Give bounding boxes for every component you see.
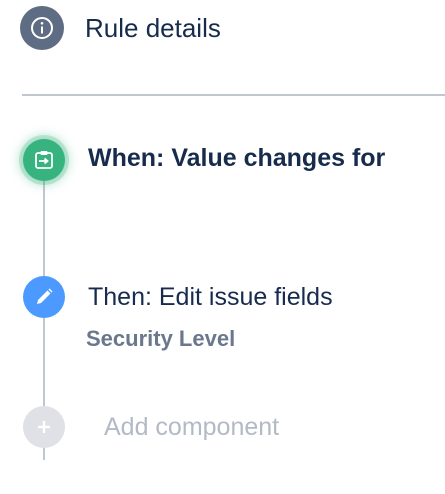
pencil-icon[interactable]	[23, 276, 65, 318]
trigger-step-label[interactable]: When: Value changes for	[88, 144, 385, 173]
section-divider	[22, 94, 445, 96]
action-step-label[interactable]: Then: Edit issue fields	[88, 283, 333, 312]
action-field-name: Security Level	[86, 326, 236, 351]
timeline-connector	[43, 178, 45, 278]
rule-details-item[interactable]: Rule details	[20, 6, 221, 50]
plus-icon[interactable]	[23, 406, 65, 448]
info-icon	[20, 6, 64, 50]
add-component-button[interactable]: Add component	[104, 413, 279, 442]
timeline-connector	[43, 318, 45, 408]
timeline-connector	[43, 446, 45, 460]
rule-details-label: Rule details	[85, 12, 221, 43]
field-change-icon[interactable]	[23, 139, 65, 181]
